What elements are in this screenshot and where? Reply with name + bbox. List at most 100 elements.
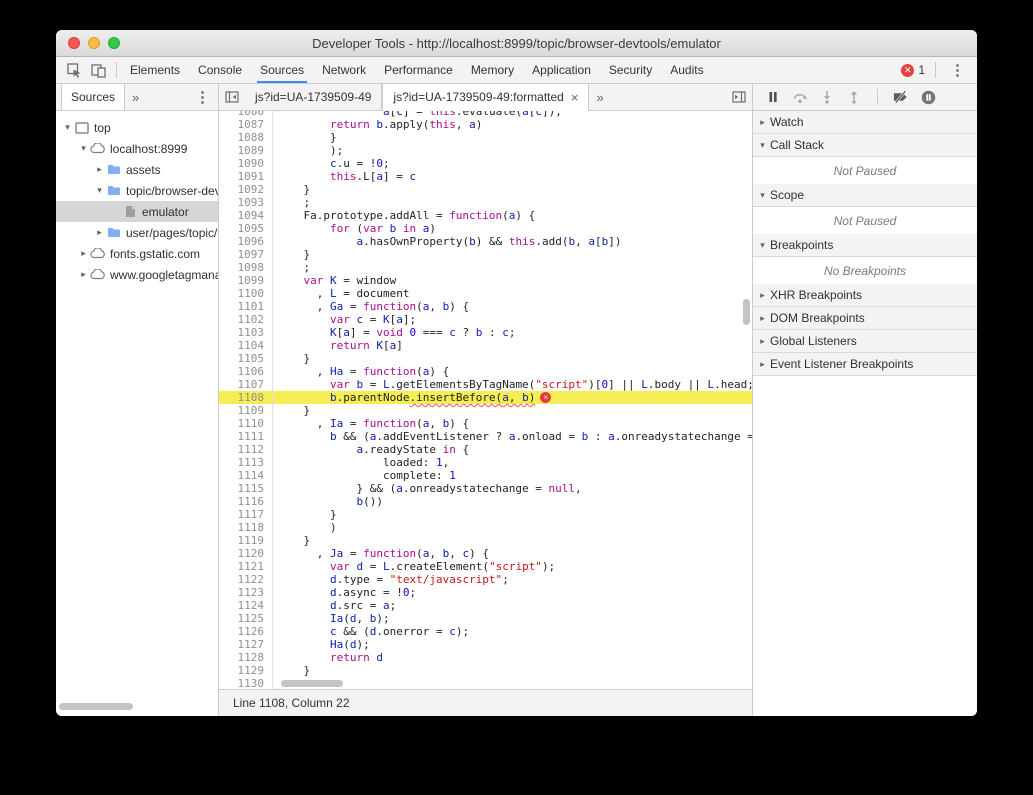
tree-expand-arrow[interactable]: ▸ — [94, 227, 105, 238]
deactivate-breakpoints-button[interactable] — [893, 89, 909, 105]
line-number[interactable]: 1096 — [219, 235, 273, 248]
section-event-listener-breakpoints[interactable]: ▸Event Listener Breakpoints — [753, 353, 977, 376]
pause-script-button[interactable] — [765, 89, 781, 105]
line-number[interactable]: 1098 — [219, 261, 273, 274]
tree-item-assets[interactable]: ▸assets — [56, 159, 218, 180]
line-number[interactable]: 1125 — [219, 612, 273, 625]
line-number[interactable]: 1104 — [219, 339, 273, 352]
tab-security[interactable]: Security — [600, 57, 661, 83]
line-number[interactable]: 1130 — [219, 677, 273, 689]
tab-memory[interactable]: Memory — [462, 57, 523, 83]
section-expand-arrow[interactable]: ▸ — [757, 336, 768, 347]
line-number[interactable]: 1102 — [219, 313, 273, 326]
line-number[interactable]: 1103 — [219, 326, 273, 339]
tree-item-emulator[interactable]: emulator — [56, 201, 218, 222]
section-expand-arrow[interactable]: ▾ — [757, 190, 768, 201]
line-number[interactable]: 1113 — [219, 456, 273, 469]
navigator-hscrollbar[interactable] — [59, 703, 133, 710]
line-number[interactable]: 1121 — [219, 560, 273, 573]
section-expand-arrow[interactable]: ▾ — [757, 140, 768, 151]
line-number[interactable]: 1112 — [219, 443, 273, 456]
console-error-badge[interactable]: ✕ 1 — [901, 63, 925, 77]
line-number[interactable]: 1093 — [219, 196, 273, 209]
tree-item-top[interactable]: ▾top — [56, 117, 218, 138]
line-number[interactable]: 1107 — [219, 378, 273, 391]
tree-expand-arrow[interactable]: ▸ — [78, 248, 89, 259]
line-number[interactable]: 1089 — [219, 144, 273, 157]
devtools-menu-icon[interactable]: ⋮ — [946, 61, 969, 79]
section-expand-arrow[interactable]: ▸ — [757, 313, 768, 324]
section-expand-arrow[interactable]: ▸ — [757, 290, 768, 301]
close-tab-icon[interactable]: × — [571, 90, 579, 105]
line-number[interactable]: 1097 — [219, 248, 273, 261]
pause-on-exceptions-button[interactable] — [920, 89, 936, 105]
line-number[interactable]: 1115 — [219, 482, 273, 495]
tree-item-www-googletagmana[interactable]: ▸www.googletagmana — [56, 264, 218, 285]
line-number[interactable]: 1119 — [219, 534, 273, 547]
tab-sources[interactable]: Sources — [251, 57, 313, 83]
section-watch[interactable]: ▸Watch — [753, 111, 977, 134]
tree-expand-arrow[interactable]: ▾ — [62, 122, 73, 133]
step-out-button[interactable] — [846, 89, 862, 105]
section-expand-arrow[interactable]: ▸ — [757, 359, 768, 370]
line-number[interactable]: 1101 — [219, 300, 273, 313]
device-toolbar-icon[interactable] — [90, 62, 106, 78]
inline-error-icon[interactable]: × — [540, 392, 551, 403]
editor-tab-1[interactable]: js?id=UA-1739509-49:formatted× — [382, 84, 589, 111]
navigator-menu-icon[interactable]: ⋮ — [191, 88, 218, 106]
line-number[interactable]: 1100 — [219, 287, 273, 300]
line-number[interactable]: 1111 — [219, 430, 273, 443]
line-number[interactable]: 1099 — [219, 274, 273, 287]
more-navigator-tabs-icon[interactable]: » — [125, 90, 146, 105]
section-expand-arrow[interactable]: ▸ — [757, 117, 768, 128]
line-number[interactable]: 1129 — [219, 664, 273, 677]
step-over-button[interactable] — [792, 89, 808, 105]
line-number[interactable]: 1105 — [219, 352, 273, 365]
tab-console[interactable]: Console — [189, 57, 251, 83]
tab-elements[interactable]: Elements — [121, 57, 189, 83]
section-call-stack[interactable]: ▾Call Stack — [753, 134, 977, 157]
editor-vscrollbar[interactable] — [743, 299, 750, 325]
line-number[interactable]: 1124 — [219, 599, 273, 612]
section-dom-breakpoints[interactable]: ▸DOM Breakpoints — [753, 307, 977, 330]
close-window-button[interactable] — [68, 37, 80, 49]
tree-expand-arrow[interactable]: ▾ — [94, 185, 105, 196]
minimize-window-button[interactable] — [88, 37, 100, 49]
inspect-element-icon[interactable] — [66, 62, 82, 78]
tree-expand-arrow[interactable]: ▸ — [94, 164, 105, 175]
line-number[interactable]: 1117 — [219, 508, 273, 521]
line-number[interactable]: 1120 — [219, 547, 273, 560]
line-number[interactable]: 1122 — [219, 573, 273, 586]
tab-network[interactable]: Network — [313, 57, 375, 83]
tab-audits[interactable]: Audits — [661, 57, 712, 83]
hide-navigator-icon[interactable] — [219, 90, 245, 104]
editor-hscrollbar[interactable] — [281, 680, 343, 687]
line-number[interactable]: 1088 — [219, 131, 273, 144]
section-global-listeners[interactable]: ▸Global Listeners — [753, 330, 977, 353]
line-number[interactable]: 1086 — [219, 111, 273, 118]
tab-performance[interactable]: Performance — [375, 57, 462, 83]
line-number[interactable]: 1123 — [219, 586, 273, 599]
section-scope[interactable]: ▾Scope — [753, 184, 977, 207]
tree-item-topic-browser-devt[interactable]: ▾topic/browser-devt — [56, 180, 218, 201]
section-xhr-breakpoints[interactable]: ▸XHR Breakpoints — [753, 284, 977, 307]
line-number[interactable]: 1094 — [219, 209, 273, 222]
step-into-button[interactable] — [819, 89, 835, 105]
show-debugger-icon[interactable] — [726, 90, 752, 104]
line-number[interactable]: 1127 — [219, 638, 273, 651]
line-number[interactable]: 1092 — [219, 183, 273, 196]
line-number[interactable]: 1110 — [219, 417, 273, 430]
line-number[interactable]: 1106 — [219, 365, 273, 378]
line-number[interactable]: 1116 — [219, 495, 273, 508]
line-number[interactable]: 1126 — [219, 625, 273, 638]
navigator-tab-sources[interactable]: Sources — [61, 84, 125, 110]
tree-expand-arrow[interactable]: ▾ — [78, 143, 89, 154]
tree-item-localhost-8999[interactable]: ▾localhost:8999 — [56, 138, 218, 159]
more-editor-tabs-icon[interactable]: » — [589, 90, 610, 105]
line-number[interactable]: 1109 — [219, 404, 273, 417]
tree-item-user-pages-topic-1[interactable]: ▸user/pages/topic/1 — [56, 222, 218, 243]
line-number[interactable]: 1091 — [219, 170, 273, 183]
line-number[interactable]: 1108 — [219, 391, 273, 404]
section-breakpoints[interactable]: ▾Breakpoints — [753, 234, 977, 257]
line-number[interactable]: 1095 — [219, 222, 273, 235]
